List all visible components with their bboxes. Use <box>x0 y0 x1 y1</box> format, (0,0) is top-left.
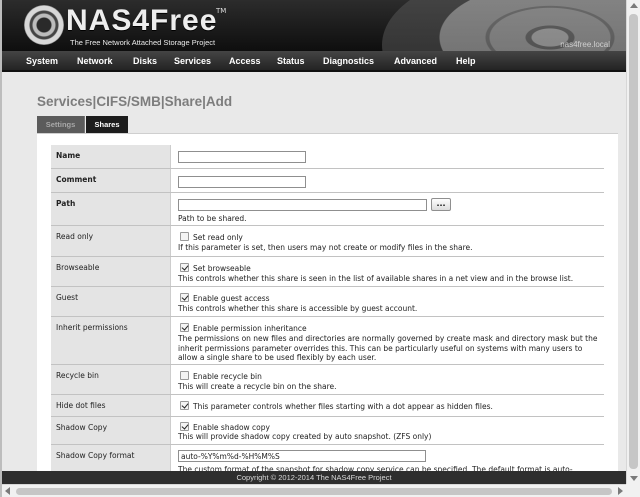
row-value: Set browseable This controls whether thi… <box>172 257 604 286</box>
row-value: Enable shadow copy This will provide sha… <box>172 417 604 444</box>
menu-status[interactable]: Status <box>277 56 305 66</box>
scroll-down-arrow-icon[interactable] <box>630 476 638 481</box>
row-label: Browseable <box>51 257 171 286</box>
row-label: Read only <box>51 226 171 256</box>
label-read-only: Read only <box>56 232 94 241</box>
guest-option: Enable guest access <box>193 294 270 303</box>
inherit-permissions-checkbox[interactable] <box>180 323 189 332</box>
main-menu: System Network Disks Services Access Sta… <box>2 51 626 72</box>
page-viewport: NAS4Free TM The Free Network Attached St… <box>2 0 626 484</box>
row-label: Comment <box>51 169 171 192</box>
row-label: Recycle bin <box>51 365 171 394</box>
label-path: Path <box>56 199 76 208</box>
row-read-only: Read only Set read only If this paramete… <box>51 226 604 257</box>
logo-tagline: The Free Network Attached Storage Projec… <box>70 38 216 47</box>
path-hint: Path to be shared. <box>178 214 247 223</box>
row-inherit-permissions: Inherit permissions Enable permission in… <box>51 317 604 365</box>
row-label: Path <box>51 193 171 225</box>
label-recycle-bin: Recycle bin <box>56 371 99 380</box>
label-browseable: Browseable <box>56 263 100 272</box>
menu-system[interactable]: System <box>26 56 58 66</box>
row-comment: Comment <box>51 169 604 193</box>
menu-help[interactable]: Help <box>456 56 476 66</box>
row-hide-dot-files: Hide dot files This parameter controls w… <box>51 395 604 417</box>
row-recycle-bin: Recycle bin Enable recycle bin This will… <box>51 365 604 395</box>
browse-path-button[interactable]: ... <box>431 198 451 211</box>
scrollbar-corner <box>626 484 640 497</box>
content-panel: Name Comment Path ... Path to be shared. <box>37 133 618 484</box>
row-label: Guest <box>51 287 171 316</box>
read-only-desc: If this parameter is set, then users may… <box>178 243 473 252</box>
menu-network[interactable]: Network <box>77 56 113 66</box>
shadow-copy-desc: This will provide shadow copy created by… <box>178 432 432 441</box>
guest-desc: This controls whether this share is acce… <box>178 304 418 313</box>
browseable-option: Set browseable <box>193 264 251 273</box>
row-label: Hide dot files <box>51 395 171 416</box>
browseable-checkbox[interactable] <box>180 263 189 272</box>
menu-diagnostics[interactable]: Diagnostics <box>323 56 374 66</box>
row-guest: Guest Enable guest access This controls … <box>51 287 604 317</box>
scroll-left-arrow-icon[interactable] <box>5 487 10 495</box>
row-value <box>172 169 604 192</box>
hide-dot-files-checkbox[interactable] <box>180 401 189 410</box>
footer: Copyright © 2012-2014 The NAS4Free Proje… <box>2 471 626 484</box>
header-banner: NAS4Free TM The Free Network Attached St… <box>2 0 626 51</box>
logo-trademark: TM <box>216 7 227 15</box>
guest-checkbox[interactable] <box>180 293 189 302</box>
logo-disc-icon <box>24 5 64 45</box>
path-input[interactable] <box>178 199 427 211</box>
row-value: Set read only If this parameter is set, … <box>172 226 604 256</box>
label-name: Name <box>56 151 81 160</box>
label-hide-dot-files: Hide dot files <box>56 401 106 410</box>
row-value: Enable recycle bin This will create a re… <box>172 365 604 394</box>
page-title: Services|CIFS/SMB|Share|Add <box>37 94 233 109</box>
hostname: nas4free.local <box>560 40 610 49</box>
vertical-scroll-thumb[interactable] <box>629 14 638 469</box>
recycle-bin-desc: This will create a recycle bin on the sh… <box>178 382 337 391</box>
recycle-bin-option: Enable recycle bin <box>193 372 262 381</box>
row-value: Enable permission inheritance The permis… <box>172 317 604 364</box>
vertical-scrollbar[interactable] <box>626 0 640 484</box>
label-comment: Comment <box>56 175 97 184</box>
row-label: Shadow Copy <box>51 417 171 444</box>
label-shadow-copy: Shadow Copy <box>56 423 108 432</box>
row-browseable: Browseable Set browseable This controls … <box>51 257 604 287</box>
row-value: This parameter controls whether files st… <box>172 395 604 416</box>
inherit-permissions-option: Enable permission inheritance <box>193 324 307 333</box>
read-only-option: Set read only <box>193 233 243 242</box>
shadow-copy-checkbox[interactable] <box>180 422 189 431</box>
menu-services[interactable]: Services <box>174 56 211 66</box>
browseable-desc: This controls whether this share is seen… <box>178 274 574 283</box>
shadow-copy-format-input[interactable] <box>178 450 426 462</box>
inherit-permissions-desc: The permissions on new files and directo… <box>178 334 598 362</box>
menu-disks[interactable]: Disks <box>133 56 157 66</box>
menu-access[interactable]: Access <box>229 56 261 66</box>
scroll-right-arrow-icon[interactable] <box>618 487 623 495</box>
logo-brand: NAS4Free <box>66 4 218 37</box>
scroll-up-arrow-icon[interactable] <box>630 3 638 8</box>
row-label: Inherit permissions <box>51 317 171 364</box>
row-value: Enable guest access This controls whethe… <box>172 287 604 316</box>
tab-shares[interactable]: Shares <box>86 116 128 133</box>
row-label: Name <box>51 145 171 168</box>
name-input[interactable] <box>178 151 306 163</box>
row-value: ... Path to be shared. <box>172 193 604 225</box>
label-guest: Guest <box>56 293 79 302</box>
horizontal-scroll-thumb[interactable] <box>16 488 612 495</box>
recycle-bin-checkbox[interactable] <box>180 371 189 380</box>
read-only-checkbox[interactable] <box>180 232 189 241</box>
tab-settings[interactable]: Settings <box>37 116 85 133</box>
row-shadow-copy: Shadow Copy Enable shadow copy This will… <box>51 417 604 445</box>
menu-advanced[interactable]: Advanced <box>394 56 437 66</box>
footer-copyright: Copyright © 2012-2014 The NAS4Free Proje… <box>236 473 392 482</box>
shadow-copy-option: Enable shadow copy <box>193 423 270 432</box>
row-name: Name <box>51 145 604 169</box>
label-shadow-copy-format: Shadow Copy format <box>56 451 135 460</box>
label-inherit-permissions: Inherit permissions <box>56 323 128 332</box>
row-path: Path ... Path to be shared. <box>51 193 604 226</box>
horizontal-scrollbar[interactable] <box>2 484 626 497</box>
comment-input[interactable] <box>178 176 306 188</box>
hide-dot-files-option: This parameter controls whether files st… <box>193 402 493 411</box>
row-value <box>172 145 604 168</box>
